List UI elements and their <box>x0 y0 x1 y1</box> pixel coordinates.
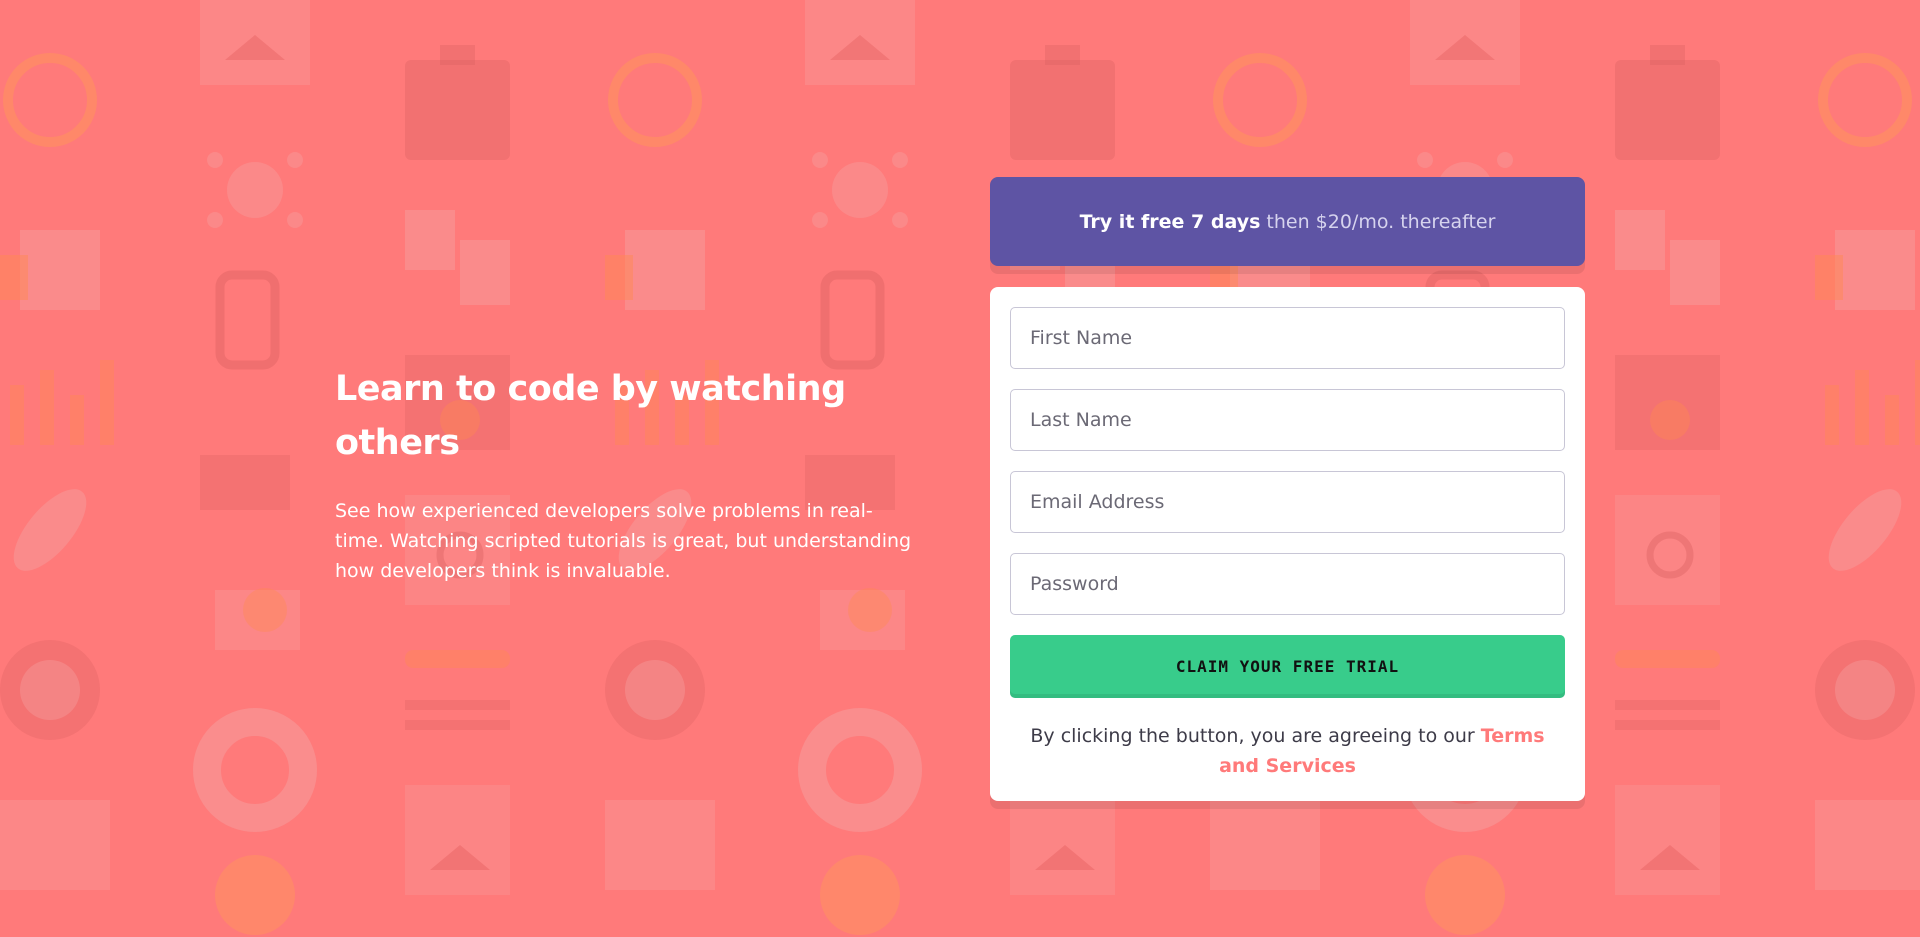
hero-description: See how experienced developers solve pro… <box>335 500 912 582</box>
offer-highlight: Try it free 7 days <box>1079 210 1261 233</box>
first-name-input[interactable] <box>1010 307 1565 369</box>
trial-offer-banner: Try it free 7 days then $20/mo. thereaft… <box>990 177 1585 266</box>
terms-text: By clicking the button, you are agreeing… <box>1030 725 1475 747</box>
signup-form: CLAIM YOUR FREE TRIAL By clicking the bu… <box>990 287 1585 801</box>
terms-notice: By clicking the button, you are agreeing… <box>1010 721 1565 781</box>
offer-price-text: then $20/mo. thereafter <box>1266 210 1496 233</box>
claim-trial-button[interactable]: CLAIM YOUR FREE TRIAL <box>1010 635 1565 698</box>
page-title: Learn to code by watching others <box>335 369 846 463</box>
last-name-input[interactable] <box>1010 389 1565 451</box>
background-pattern <box>0 0 1920 937</box>
password-input[interactable] <box>1010 553 1565 615</box>
hero-section: Learn to code by watching others See how… <box>335 362 915 586</box>
email-input[interactable] <box>1010 471 1565 533</box>
